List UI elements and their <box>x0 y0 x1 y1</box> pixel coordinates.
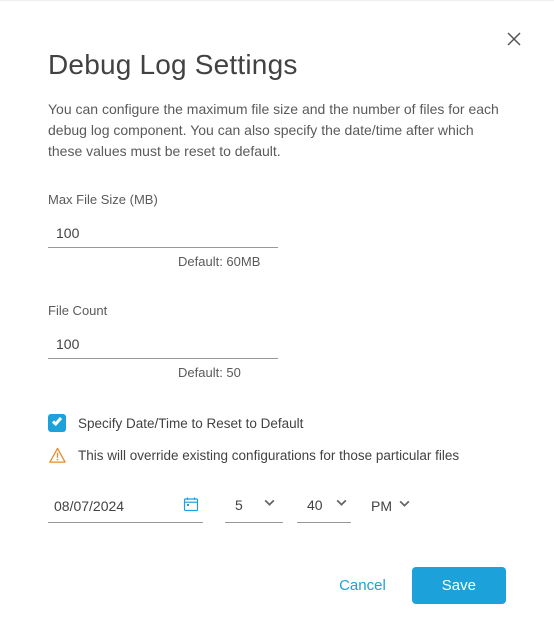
datetime-row: 5 40 PM <box>48 492 506 523</box>
dialog-actions: Cancel Save <box>48 567 506 604</box>
date-field <box>48 492 203 523</box>
hour-value: 5 <box>235 497 255 513</box>
save-button[interactable]: Save <box>412 567 506 604</box>
chevron-down-icon <box>398 497 411 515</box>
chevron-down-icon <box>335 496 348 514</box>
max-file-size-label: Max File Size (MB) <box>48 192 506 207</box>
minute-value: 40 <box>307 497 327 513</box>
minute-select[interactable]: 40 <box>297 492 351 523</box>
warning-icon <box>48 446 66 464</box>
file-count-label: File Count <box>48 303 506 318</box>
file-count-field: File Count Default: 50 <box>48 303 506 380</box>
close-icon <box>506 34 522 51</box>
max-file-size-default-hint: Default: 60MB <box>178 254 506 269</box>
reset-checkbox-row: Specify Date/Time to Reset to Default <box>48 414 506 432</box>
dialog-description: You can configure the maximum file size … <box>48 99 506 162</box>
reset-checkbox-label: Specify Date/Time to Reset to Default <box>78 416 303 431</box>
hour-select[interactable]: 5 <box>225 492 283 523</box>
debug-log-settings-dialog: Debug Log Settings You can configure the… <box>0 1 554 604</box>
max-file-size-input[interactable] <box>48 219 278 248</box>
checkmark-icon <box>51 414 63 432</box>
cancel-button[interactable]: Cancel <box>339 577 386 594</box>
close-button[interactable] <box>506 31 526 51</box>
file-count-input[interactable] <box>48 330 278 359</box>
max-file-size-field: Max File Size (MB) Default: 60MB <box>48 192 506 269</box>
ampm-value: PM <box>371 498 392 514</box>
reset-checkbox[interactable] <box>48 414 66 432</box>
warning-row: This will override existing configuratio… <box>48 446 506 464</box>
ampm-select[interactable]: PM <box>365 493 413 523</box>
calendar-icon[interactable] <box>183 496 199 517</box>
chevron-down-icon <box>263 496 276 514</box>
warning-text: This will override existing configuratio… <box>78 448 459 463</box>
dialog-title: Debug Log Settings <box>48 49 506 81</box>
file-count-default-hint: Default: 50 <box>178 365 506 380</box>
date-input[interactable] <box>48 492 203 523</box>
